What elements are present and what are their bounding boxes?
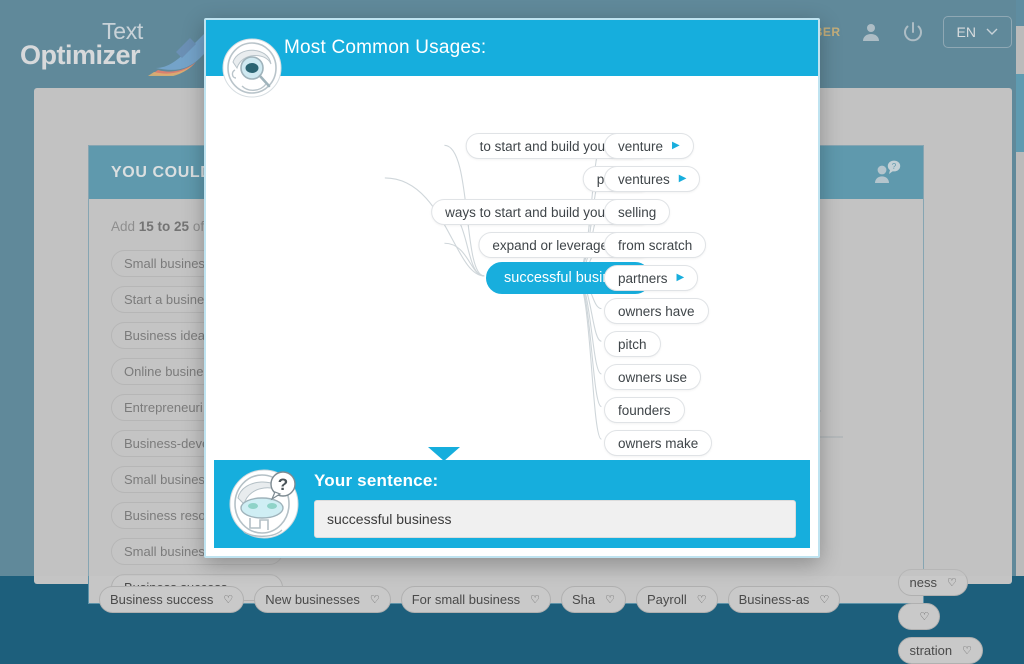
modal-title: Most Common Usages: xyxy=(284,37,486,59)
sentence-column: Your sentence: successful business xyxy=(314,471,796,538)
saved-chip[interactable]: ♡ xyxy=(898,603,940,630)
bottom-chip-label: Business success xyxy=(110,592,213,607)
bottom-chip[interactable]: Business-as ♡ xyxy=(728,586,841,613)
usage-node-right[interactable]: founders xyxy=(604,397,685,423)
bottom-chip[interactable]: Business success ♡ xyxy=(99,586,244,613)
usage-node-right[interactable]: partners ▶ xyxy=(604,265,698,291)
heart-icon[interactable]: ♡ xyxy=(919,610,929,623)
expand-arrow-icon[interactable]: ▶ xyxy=(677,273,685,283)
bottom-chip-label: New businesses xyxy=(265,592,360,607)
usage-node-right[interactable]: owners make xyxy=(604,430,712,456)
usage-node-right-label: owners make xyxy=(618,436,698,451)
usage-node-right-label: owners use xyxy=(618,370,687,385)
usage-node-right[interactable]: ventures ▶ xyxy=(604,166,700,192)
usage-node-right[interactable]: selling xyxy=(604,199,670,225)
mascot-question-icon: ? xyxy=(228,468,300,540)
saved-chip-label: ness xyxy=(909,575,936,590)
mascot-magnifier-icon xyxy=(222,38,282,98)
usage-node-right-label: selling xyxy=(618,205,656,220)
heart-icon[interactable]: ♡ xyxy=(962,644,972,657)
usage-node-right-label: from scratch xyxy=(618,238,692,253)
sentence-input[interactable]: successful business xyxy=(314,500,796,538)
bottom-chip[interactable]: Sha ♡ xyxy=(561,586,626,613)
heart-icon[interactable]: ♡ xyxy=(697,593,707,606)
usage-mindmap: to start and build your ownpursueways to… xyxy=(206,76,818,460)
bottom-chip-label: Business-as xyxy=(739,592,810,607)
bottom-chip[interactable]: For small business ♡ xyxy=(401,586,551,613)
bottom-chip[interactable]: New businesses ♡ xyxy=(254,586,391,613)
heart-icon[interactable]: ♡ xyxy=(530,593,540,606)
usage-node-right[interactable]: owners use xyxy=(604,364,701,390)
usage-node-right[interactable]: from scratch xyxy=(604,232,706,258)
bottom-chip-row: Business success♡New businesses♡For smal… xyxy=(89,586,840,613)
usage-node-right-label: pitch xyxy=(618,337,647,352)
usage-node-right[interactable]: pitch xyxy=(604,331,661,357)
bottom-chip-label: Sha xyxy=(572,592,595,607)
bottom-chip-label: For small business xyxy=(412,592,520,607)
heart-icon[interactable]: ♡ xyxy=(223,593,233,606)
bottom-chip[interactable]: Payroll ♡ xyxy=(636,586,718,613)
bottom-chip-label: Payroll xyxy=(647,592,687,607)
common-usages-modal: Most Common Usages: xyxy=(204,18,820,558)
heart-icon[interactable]: ♡ xyxy=(370,593,380,606)
your-sentence-bar: ? Your sentence: successful business xyxy=(214,460,810,548)
expand-arrow-icon[interactable]: ▶ xyxy=(672,141,680,151)
modal-header: Most Common Usages: xyxy=(206,20,818,76)
usage-node-right[interactable]: venture ▶ xyxy=(604,133,694,159)
usage-node-right-label: founders xyxy=(618,403,671,418)
usage-node-right-label: owners have xyxy=(618,304,695,319)
usage-node-right-label: venture xyxy=(618,139,663,154)
saved-chip-label: stration xyxy=(909,643,952,658)
svg-text:?: ? xyxy=(278,475,288,494)
sentence-label: Your sentence: xyxy=(314,471,796,491)
saved-chip[interactable]: stration ♡ xyxy=(898,637,983,664)
usage-node-right[interactable]: owners have xyxy=(604,298,709,324)
right-chip-column: ness ♡ ♡ stration ♡ xyxy=(898,569,983,664)
heart-icon[interactable]: ♡ xyxy=(819,593,829,606)
heart-icon[interactable]: ♡ xyxy=(605,593,615,606)
usage-node-right-label: partners xyxy=(618,271,668,286)
expand-arrow-icon[interactable]: ▶ xyxy=(679,174,687,184)
heart-icon[interactable]: ♡ xyxy=(947,576,957,589)
usage-node-right-label: ventures xyxy=(618,172,670,187)
